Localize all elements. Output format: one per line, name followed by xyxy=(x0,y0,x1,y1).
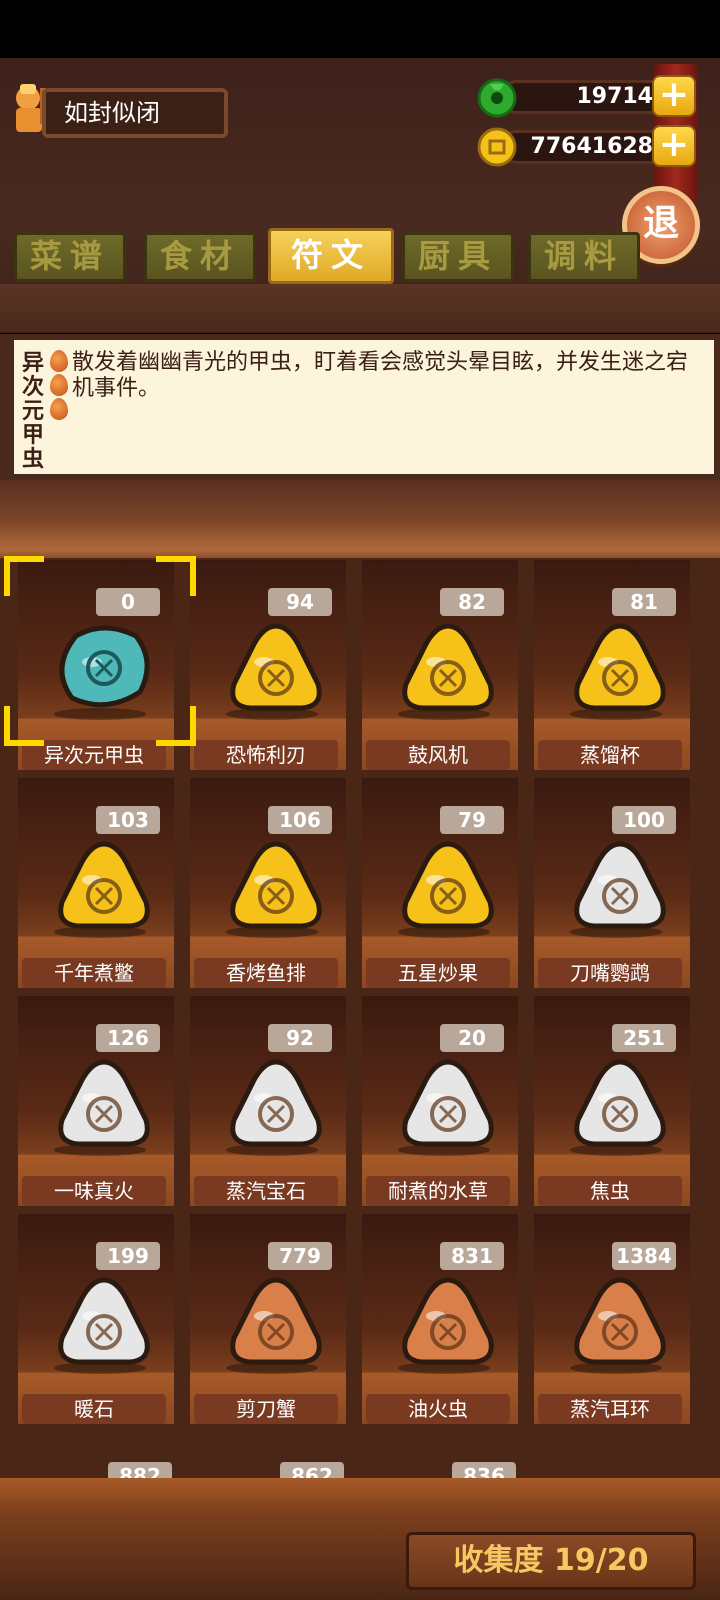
rune-slot[interactable]: 81 蒸馏杯 xyxy=(534,560,690,770)
rune-slot[interactable]: 779 剪刀蟹 xyxy=(190,1214,346,1424)
cabinet-top xyxy=(0,480,720,558)
player-name: 如封似闭 xyxy=(42,88,228,138)
jade-coin-icon xyxy=(477,78,517,118)
collection-progress: 收集度 19/20 xyxy=(406,1532,696,1590)
description-card: 异次元甲虫 散发着幽幽青光的甲虫，盯着看会感觉头晕目眩，并发生迷之宕机事件。 xyxy=(14,340,714,474)
gold-currency: 77641628 + xyxy=(476,125,696,167)
count-badge: 106 xyxy=(268,806,332,834)
add-gold-button[interactable]: + xyxy=(652,125,696,167)
fire-drop-icon xyxy=(50,374,68,396)
rune-slot[interactable]: 82 鼓风机 xyxy=(362,560,518,770)
selected-rune-description: 散发着幽幽青光的甲虫，盯着看会感觉头晕目眩，并发生迷之宕机事件。 xyxy=(72,350,689,401)
rune-stone-icon xyxy=(230,1059,322,1147)
rune-stone-icon xyxy=(58,1059,150,1147)
fire-drop-icon xyxy=(50,350,68,372)
tab-runes[interactable]: 符文 xyxy=(268,228,394,284)
rune-slot[interactable]: 199 暖石 xyxy=(18,1214,174,1424)
rune-stone-icon xyxy=(230,1277,322,1365)
rune-name-label: 焦虫 xyxy=(538,1176,682,1206)
rune-name-label: 蒸馏杯 xyxy=(538,740,682,770)
rune-name-label: 千年煮鳖 xyxy=(22,958,166,988)
count-badge: 92 xyxy=(268,1024,332,1052)
rune-name-label: 耐煮的水草 xyxy=(366,1176,510,1206)
rune-slot[interactable]: 100 刀嘴鹦鹉 xyxy=(534,778,690,988)
rune-stone-icon xyxy=(58,1277,150,1365)
rune-name-label: 油火虫 xyxy=(366,1394,510,1424)
rune-slot[interactable]: 106 香烤鱼排 xyxy=(190,778,346,988)
count-badge: 831 xyxy=(440,1242,504,1270)
rune-stone-icon xyxy=(402,1059,494,1147)
rune-name-label: 暖石 xyxy=(22,1394,166,1424)
count-badge: 82 xyxy=(440,588,504,616)
rune-name-label: 一味真火 xyxy=(22,1176,166,1206)
rune-name-label: 蒸汽耳环 xyxy=(538,1394,682,1424)
rune-slot[interactable]: 103 千年煮鳖 xyxy=(18,778,174,988)
count-badge: 81 xyxy=(612,588,676,616)
count-badge: 126 xyxy=(96,1024,160,1052)
gold-coin-icon xyxy=(477,127,517,167)
selected-rune-name: 异次元甲虫 xyxy=(22,351,45,472)
jade-currency: 19714 + xyxy=(476,75,696,118)
rune-stone-icon xyxy=(574,1277,666,1365)
rune-name-label: 鼓风机 xyxy=(366,740,510,770)
tab-utensils[interactable]: 厨具 xyxy=(402,232,514,282)
rune-name-label: 恐怖利刃 xyxy=(194,740,338,770)
count-badge: 103 xyxy=(96,806,160,834)
rune-slot[interactable]: 126 一味真火 xyxy=(18,996,174,1206)
rune-stone-icon xyxy=(574,841,666,929)
selection-bracket xyxy=(4,706,44,746)
count-badge: 251 xyxy=(612,1024,676,1052)
rune-name-label: 刀嘴鹦鹉 xyxy=(538,958,682,988)
category-tabs: 菜谱 食材 符文 厨具 调料 xyxy=(14,228,654,284)
rune-stone-icon xyxy=(574,623,666,711)
rune-name-label: 蒸汽宝石 xyxy=(194,1176,338,1206)
count-badge: 779 xyxy=(268,1242,332,1270)
rune-slot[interactable]: 1384 蒸汽耳环 xyxy=(534,1214,690,1424)
rune-slot[interactable]: 92 蒸汽宝石 xyxy=(190,996,346,1206)
tab-seasonings[interactable]: 调料 xyxy=(528,232,640,282)
count-badge: 94 xyxy=(268,588,332,616)
rune-stone-icon xyxy=(59,625,150,708)
tab-shelf xyxy=(0,284,720,332)
rune-stone-icon xyxy=(58,841,150,929)
rune-slot[interactable]: 94 恐怖利刃 xyxy=(190,560,346,770)
count-badge: 1384 xyxy=(612,1242,676,1270)
count-badge: 100 xyxy=(612,806,676,834)
rune-name-label: 剪刀蟹 xyxy=(194,1394,338,1424)
rune-stone-icon xyxy=(402,841,494,929)
rune-slot[interactable]: 20 耐煮的水草 xyxy=(362,996,518,1206)
add-jade-button[interactable]: + xyxy=(652,75,696,117)
fire-drop-icon xyxy=(50,398,68,420)
description-panel: 异次元甲虫 散发着幽幽青光的甲虫，盯着看会感觉头晕目眩，并发生迷之宕机事件。 xyxy=(0,334,720,480)
count-badge: 20 xyxy=(440,1024,504,1052)
tab-recipes[interactable]: 菜谱 xyxy=(14,232,126,282)
count-badge: 79 xyxy=(440,806,504,834)
rune-stone-icon xyxy=(574,1059,666,1147)
rune-stone-icon xyxy=(230,623,322,711)
player-info[interactable]: 如封似闭 xyxy=(6,80,228,138)
selection-bracket xyxy=(156,706,196,746)
rune-stone-icon xyxy=(402,1277,494,1365)
rune-name-label: 香烤鱼排 xyxy=(194,958,338,988)
rune-stone-icon xyxy=(402,623,494,711)
rune-stone-icon xyxy=(230,841,322,929)
status-bar xyxy=(0,0,720,58)
rune-slot[interactable]: 831 油火虫 xyxy=(362,1214,518,1424)
rune-slot[interactable]: 251 焦虫 xyxy=(534,996,690,1206)
rune-name-label: 五星炒果 xyxy=(366,958,510,988)
tab-ingredients[interactable]: 食材 xyxy=(144,232,256,282)
selection-bracket xyxy=(156,556,196,596)
selection-bracket xyxy=(4,556,44,596)
count-badge: 0 xyxy=(96,588,160,616)
rune-slot[interactable]: 79 五星炒果 xyxy=(362,778,518,988)
count-badge: 199 xyxy=(96,1242,160,1270)
